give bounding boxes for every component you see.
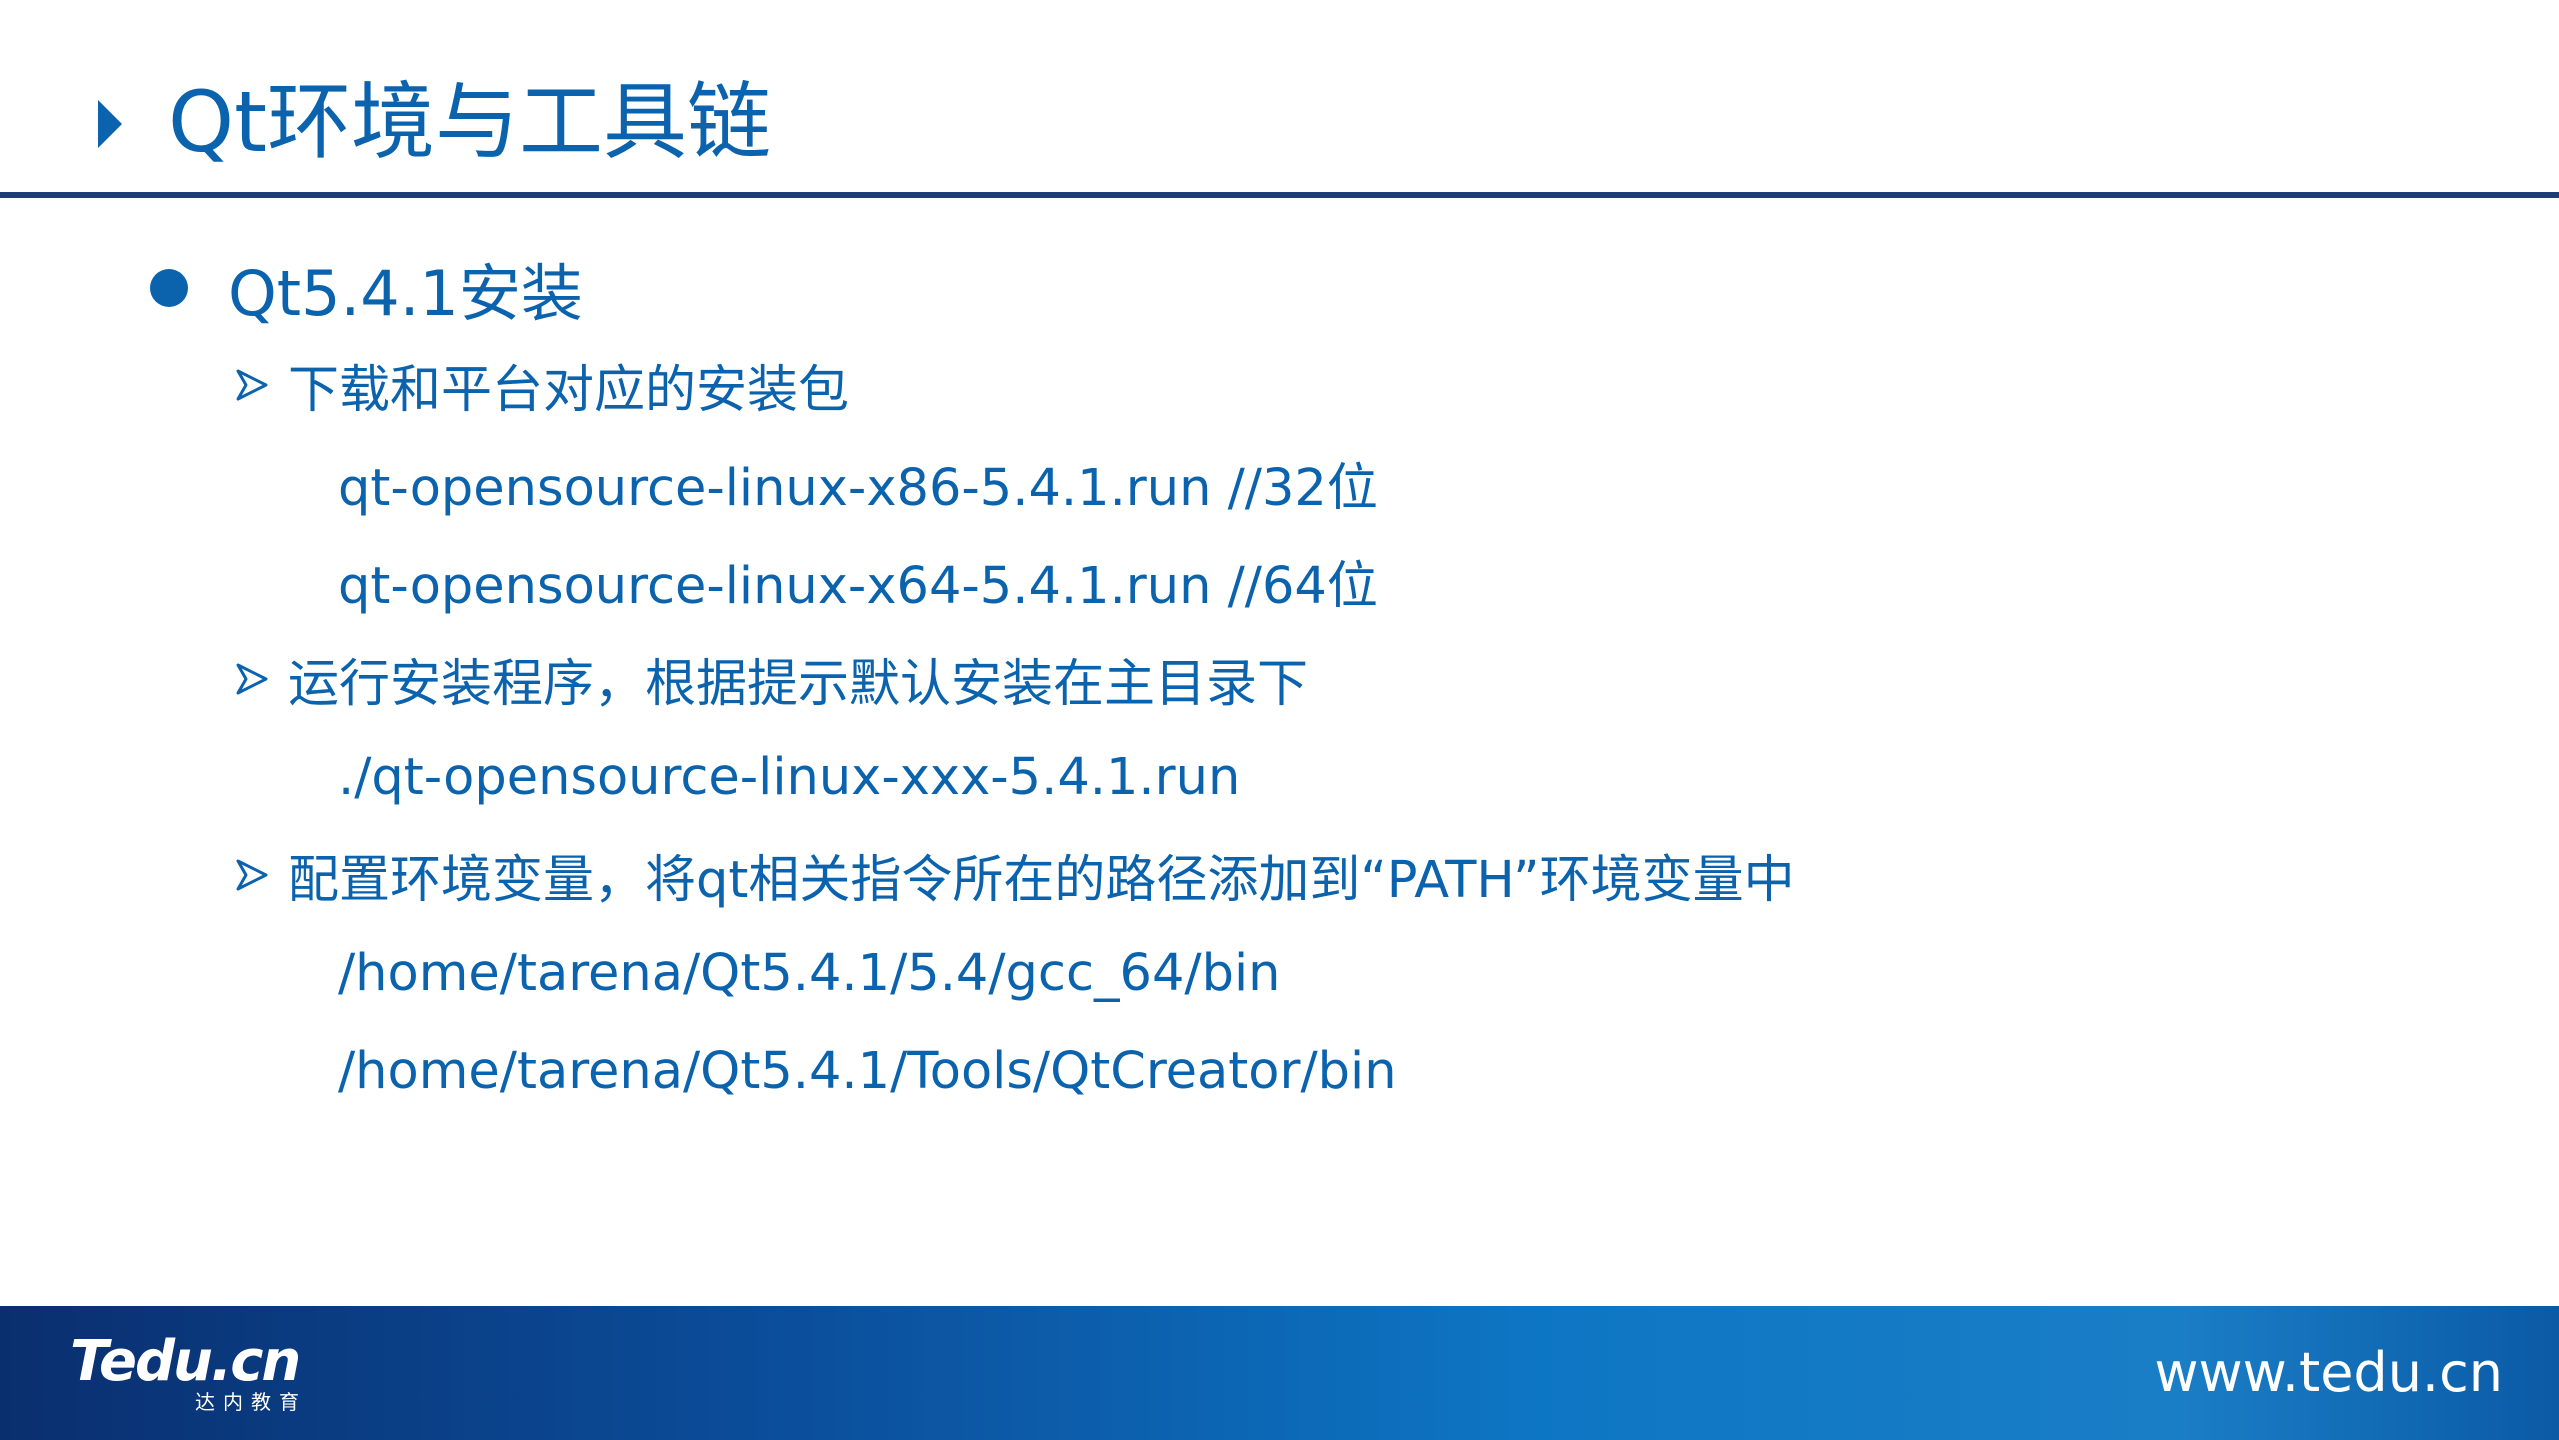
slide-footer: Tedu.cn 达内教育 www.tedu.cn <box>0 1306 2559 1440</box>
bullet-item: 运行安装程序，根据提示默认安装在主目录下 <box>230 630 1308 728</box>
logo-text: Tedu.cn <box>70 1329 301 1394</box>
bullet-item: 配置环境变量，将qt相关指令所在的路径添加到“PATH”环境变量中 <box>230 826 1795 924</box>
sub-item: /home/tarena/Qt5.4.1/5.4/gcc_64/bin <box>338 924 1280 1022</box>
sub-item: qt-opensource-linux-x64-5.4.1.run //64位 <box>338 532 1378 630</box>
tedu-logo: Tedu.cn 达内教育 <box>70 1329 301 1415</box>
sub-item: qt-opensource-linux-x86-5.4.1.run //32位 <box>338 434 1378 532</box>
sub-item-text: ./qt-opensource-linux-xxx-5.4.1.run <box>338 747 1241 807</box>
chevron-arrow-icon <box>230 363 274 407</box>
slide-title: Qt环境与工具链 <box>168 73 772 171</box>
chevron-arrow-icon <box>230 853 274 897</box>
chevron-arrow-icon <box>230 657 274 701</box>
sub-item: ./qt-opensource-linux-xxx-5.4.1.run <box>338 728 1240 826</box>
slide-header: Qt环境与工具链 <box>0 0 2559 198</box>
sub-item-text: /home/tarena/Qt5.4.1/5.4/gcc_64/bin <box>338 943 1281 1003</box>
bullet-item: 下载和平台对应的安装包 <box>230 336 849 434</box>
bullet-dot-icon <box>150 269 188 307</box>
sub-item-text: /home/tarena/Qt5.4.1/Tools/QtCreator/bin <box>338 1041 1397 1101</box>
heading-text: Qt5.4.1安装 <box>228 257 583 330</box>
header-divider <box>0 192 2559 198</box>
bullet-text: 运行安装程序，根据提示默认安装在主目录下 <box>288 655 1309 714</box>
bullet-text: 配置环境变量，将qt相关指令所在的路径添加到“PATH”环境变量中 <box>288 851 1795 910</box>
bullet-text: 下载和平台对应的安装包 <box>288 361 850 420</box>
sub-item: /home/tarena/Qt5.4.1/Tools/QtCreator/bin <box>338 1022 1397 1120</box>
slide: Qt环境与工具链 Qt5.4.1安装 下载和平台对应的安装包 qt-openso… <box>0 0 2559 1440</box>
site-url: www.tedu.cn <box>2154 1341 2503 1404</box>
triangle-right-icon <box>98 100 122 148</box>
sub-item-text: qt-opensource-linux-x64-5.4.1.run //64位 <box>338 557 1378 616</box>
logo-subtext: 达内教育 <box>195 1390 307 1414</box>
sub-item-text: qt-opensource-linux-x86-5.4.1.run //32位 <box>338 459 1378 518</box>
bullet-heading: Qt5.4.1安装 <box>150 238 583 338</box>
